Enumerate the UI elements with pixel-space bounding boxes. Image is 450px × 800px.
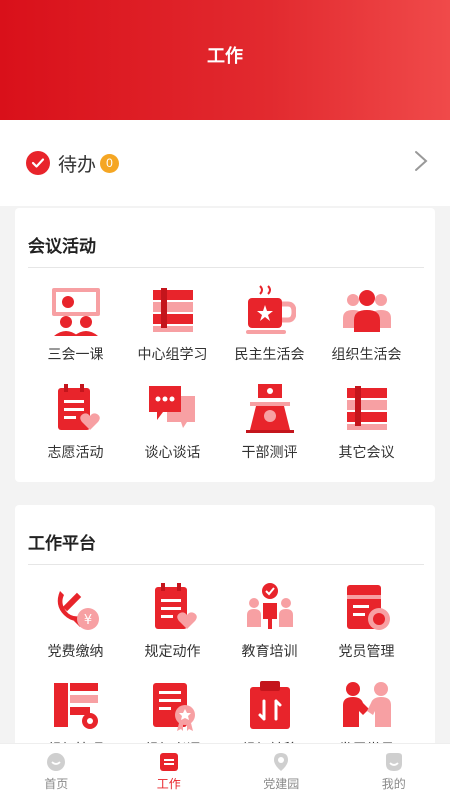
tile-dang-fei-jiao-na[interactable]: ¥ 党费缴纳	[27, 579, 124, 677]
classroom-icon	[51, 288, 100, 336]
heart-document-icon	[154, 583, 197, 629]
tile-tan-xin-tan-hua[interactable]: 谈心谈话	[124, 380, 221, 478]
tab-label: 工作	[156, 777, 181, 791]
chevron-right-icon	[414, 150, 428, 177]
tile-zhong-xin-zu-xue-xi[interactable]: 中心组学习	[124, 282, 221, 380]
clipboard-transfer-icon	[249, 681, 290, 729]
tile-label: 志愿活动	[47, 444, 104, 460]
tab-party-garden[interactable]: 党建园	[225, 744, 338, 800]
tile-label: 谈心谈话	[144, 444, 201, 460]
tab-label: 首页	[44, 777, 69, 791]
member-file-icon	[346, 585, 390, 630]
party-fee-icon: ¥	[57, 591, 99, 630]
todo-label: 待办	[58, 154, 97, 176]
training-icon	[246, 583, 293, 629]
tab-mine[interactable]: 我的	[338, 744, 450, 800]
home-icon	[47, 753, 66, 771]
bottom-tab-bar: 首页 工作 党建园 我的	[0, 743, 450, 800]
award-document-icon	[152, 683, 195, 731]
tile-label: 党员管理	[338, 643, 395, 659]
heart-document-icon	[57, 384, 100, 430]
tile-label: 组织生活会	[331, 346, 402, 362]
app-header: 工作	[0, 0, 450, 120]
tile-qi-ta-hui-yi[interactable]: 其它会议	[318, 380, 415, 478]
divider	[28, 564, 424, 565]
meeting-activities-card: 会议活动 三会一课 中心组学习 民主生活会 组织生活会 志愿活动 谈心谈话 干部…	[15, 208, 435, 482]
tile-san-hui-yi-ke[interactable]: 三会一课	[27, 282, 124, 380]
tile-zu-zhi-sheng-huo-hui[interactable]: 组织生活会	[318, 282, 415, 380]
tile-label: 教育培训	[241, 643, 298, 659]
tile-label: 中心组学习	[137, 346, 208, 362]
section-title: 工作平台	[28, 534, 96, 553]
org-settings-icon	[53, 683, 98, 729]
books-icon	[346, 386, 387, 430]
tile-zhi-yuan-huo-dong[interactable]: 志愿活动	[27, 380, 124, 478]
svg-text:¥: ¥	[83, 613, 91, 628]
tab-label: 我的	[381, 777, 406, 791]
location-icon	[274, 753, 289, 771]
tile-min-zhu-sheng-huo-hui[interactable]: 民主生活会	[221, 282, 318, 380]
todo-count-badge: 0	[100, 153, 120, 173]
podium-icon	[245, 384, 294, 433]
todo-bar[interactable]: 待办 0	[0, 120, 450, 206]
tile-label: 规定动作	[144, 643, 201, 659]
group-people-icon	[342, 290, 391, 332]
tile-gan-bu-ce-ping[interactable]: 干部测评	[221, 380, 318, 478]
tile-label: 其它会议	[338, 444, 395, 460]
tile-label: 三会一课	[47, 346, 104, 362]
work-icon	[159, 753, 178, 771]
tile-gui-ding-dong-zuo[interactable]: 规定动作	[124, 579, 221, 677]
tile-jiao-yu-pei-xun[interactable]: 教育培训	[221, 579, 318, 677]
page-title: 工作	[207, 46, 243, 66]
tile-dang-yuan-guan-li[interactable]: 党员管理	[318, 579, 415, 677]
meeting-grid: 三会一课 中心组学习 民主生活会 组织生活会 志愿活动 谈心谈话 干部测评 其它…	[15, 282, 435, 478]
books-icon	[152, 288, 193, 332]
profile-icon	[385, 753, 402, 771]
check-circle-icon	[26, 151, 50, 175]
tab-home[interactable]: 首页	[0, 744, 113, 800]
tab-work[interactable]: 工作	[113, 744, 226, 800]
divider	[28, 267, 424, 268]
tile-label: 干部测评	[241, 444, 298, 460]
chat-bubbles-icon	[148, 386, 195, 428]
tab-label: 党建园	[263, 777, 300, 791]
section-title: 会议活动	[28, 237, 96, 256]
tile-label: 民主生活会	[234, 346, 305, 362]
coffee-cup-icon	[245, 285, 296, 334]
handshake-icon	[342, 682, 391, 727]
tile-label: 党费缴纳	[47, 643, 104, 659]
